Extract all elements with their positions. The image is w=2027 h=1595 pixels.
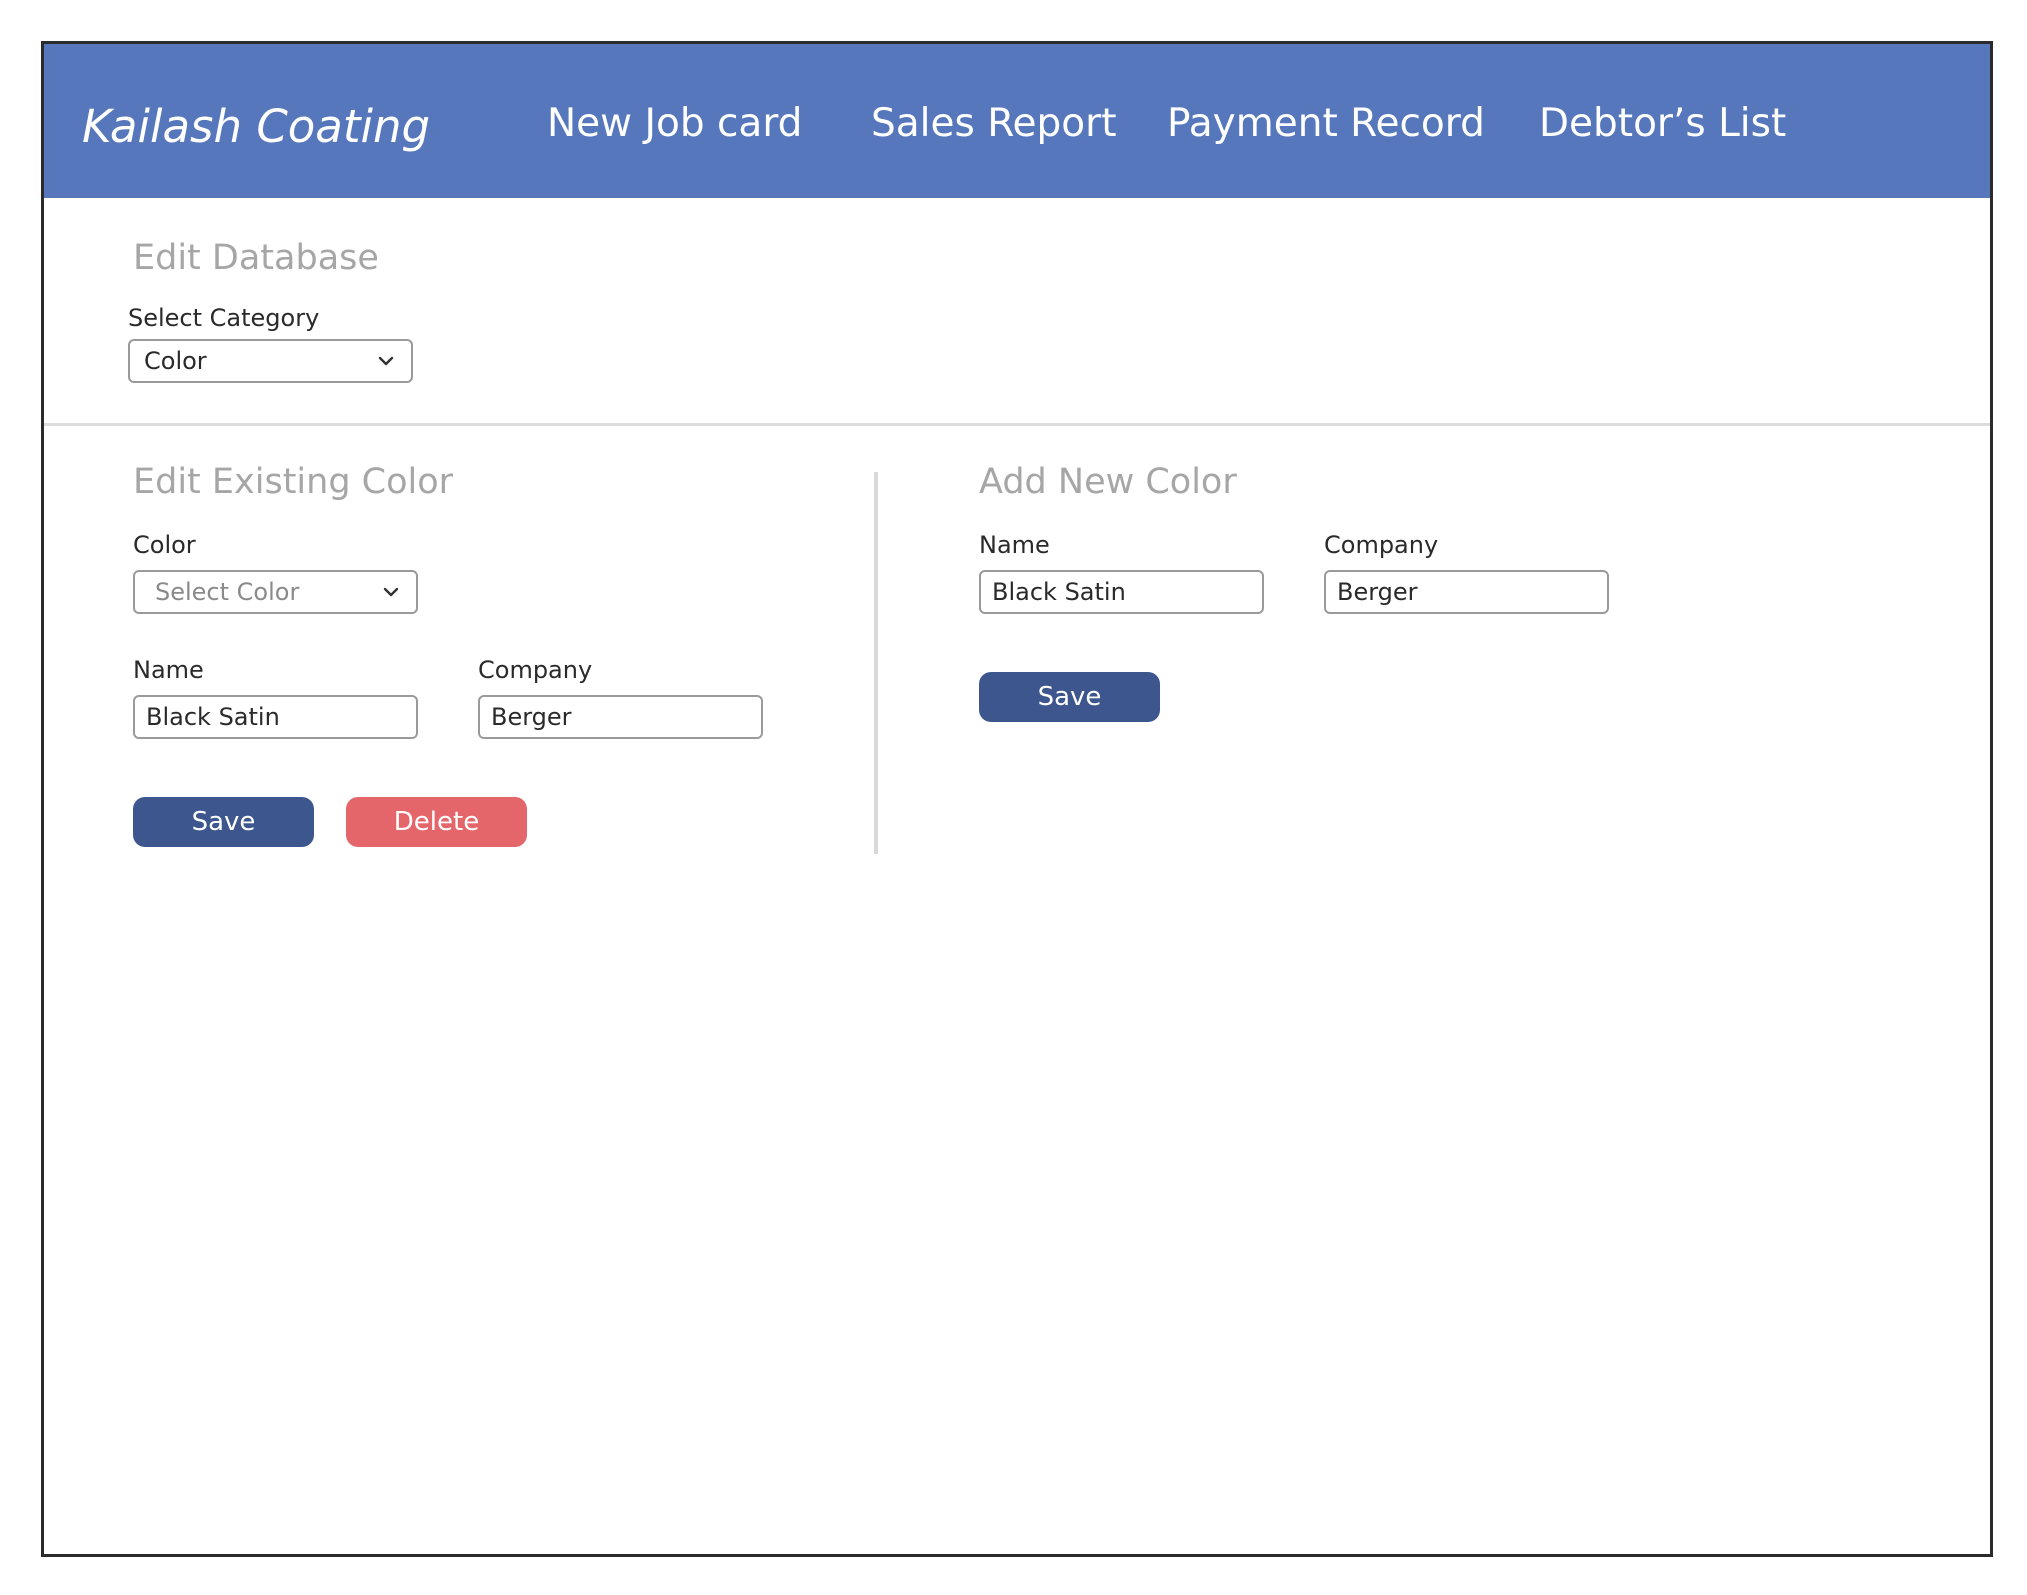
brand-logo[interactable]: Kailash Coating: [82, 104, 430, 149]
add-save-button[interactable]: Save: [979, 672, 1160, 722]
category-select-value: Color: [144, 347, 207, 375]
edit-company-label: Company: [478, 656, 593, 684]
category-select[interactable]: Color: [128, 339, 413, 383]
nav-debtors-list[interactable]: Debtor’s List: [1539, 104, 1786, 143]
color-label: Color: [133, 531, 196, 559]
edit-database-title: Edit Database: [133, 238, 379, 278]
add-new-color-title: Add New Color: [979, 462, 1237, 502]
column-divider: [874, 472, 878, 854]
color-select-placeholder: Select Color: [155, 578, 300, 606]
edit-existing-color-title: Edit Existing Color: [133, 462, 454, 502]
app-window: Kailash Coating New Job card Sales Repor…: [41, 41, 1993, 1557]
edit-name-input[interactable]: [133, 695, 418, 739]
section-divider: [44, 423, 1990, 426]
chevron-down-icon: [383, 587, 399, 597]
edit-save-button[interactable]: Save: [133, 797, 314, 847]
new-name-label: Name: [979, 531, 1050, 559]
nav-payment-record[interactable]: Payment Record: [1167, 104, 1485, 143]
nav-sales-report[interactable]: Sales Report: [871, 104, 1116, 143]
select-category-label: Select Category: [128, 304, 320, 332]
nav-new-job-card[interactable]: New Job card: [547, 104, 802, 143]
chevron-down-icon: [378, 356, 394, 366]
new-name-input[interactable]: [979, 570, 1264, 614]
new-company-input[interactable]: [1324, 570, 1609, 614]
color-select[interactable]: Select Color: [133, 570, 418, 614]
edit-name-label: Name: [133, 656, 204, 684]
edit-company-input[interactable]: [478, 695, 763, 739]
new-company-label: Company: [1324, 531, 1439, 559]
delete-button[interactable]: Delete: [346, 797, 527, 847]
top-navbar: Kailash Coating New Job card Sales Repor…: [44, 44, 1990, 198]
